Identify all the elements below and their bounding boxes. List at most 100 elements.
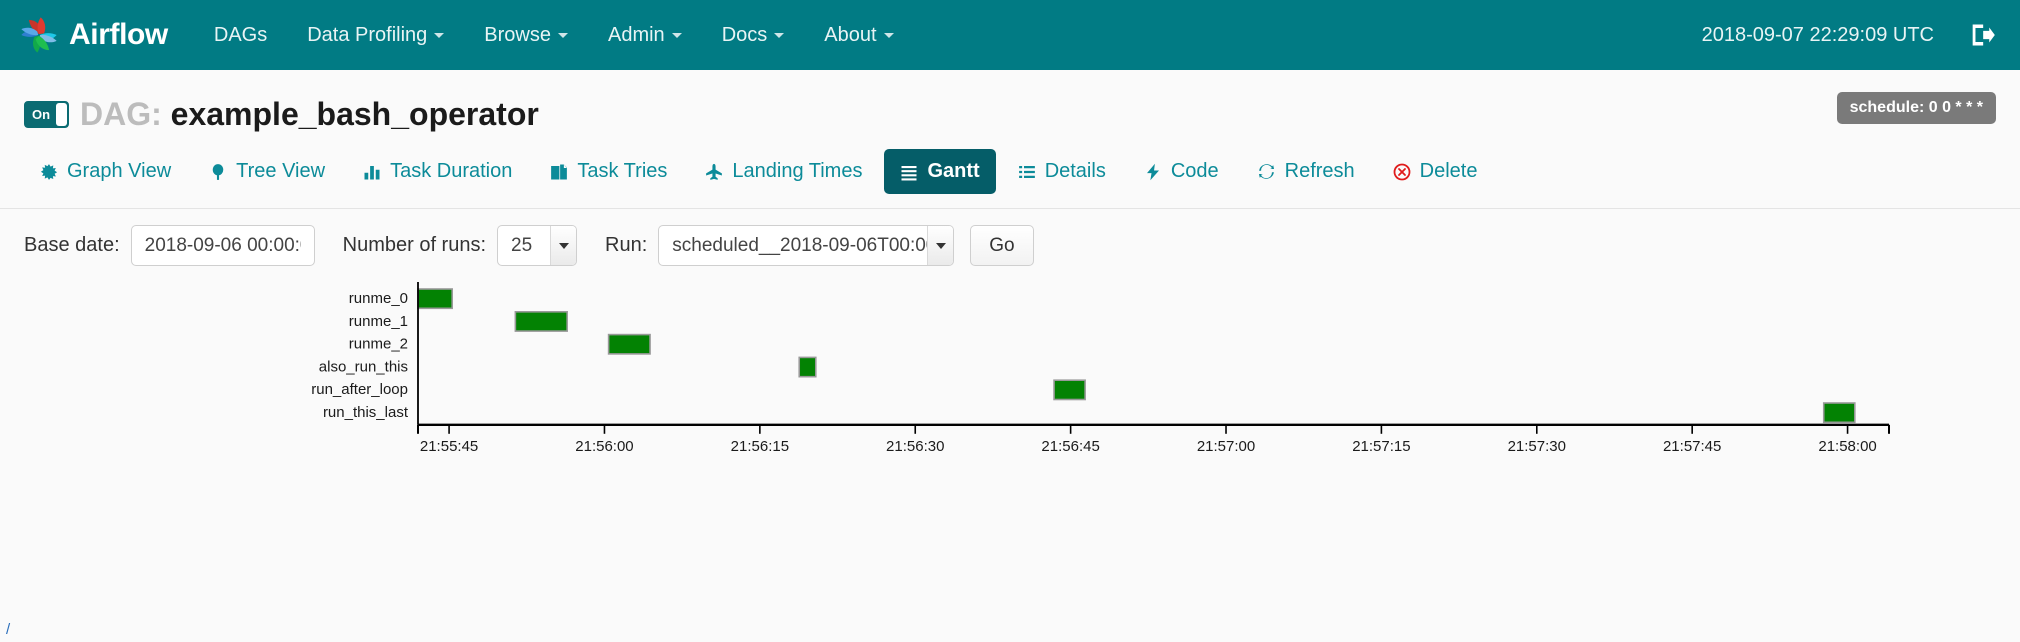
chevron-down-icon — [671, 32, 682, 38]
run-select[interactable]: scheduled__2018-09-06T00:00:00+00:00 — [658, 225, 955, 266]
gantt-row-label: runme_0 — [349, 290, 408, 307]
navbar-menu: DAGs Data Profiling Browse Admin Docs Ab… — [194, 0, 914, 70]
gantt-bar[interactable] — [417, 288, 453, 310]
tab-refresh[interactable]: Refresh — [1241, 149, 1371, 194]
base-date-label: Base date: — [24, 234, 120, 256]
gantt-x-tick-label: 21:55:45 — [420, 438, 478, 455]
remove-circle-icon — [1393, 163, 1411, 181]
gantt-x-tick-label: 21:56:00 — [575, 438, 633, 455]
gantt-x-tick-label: 21:57:00 — [1197, 438, 1255, 455]
dag-toggle-label: On — [32, 107, 51, 122]
tab-task-tries[interactable]: Task Tries — [534, 149, 683, 194]
gantt-x-tick-label: 21:56:45 — [1041, 438, 1099, 455]
gantt-row-label: runme_2 — [349, 336, 408, 353]
chevron-down-icon — [550, 226, 577, 265]
airflow-pinwheel-logo-icon — [21, 17, 57, 53]
chevron-down-icon — [774, 32, 785, 38]
run-label: Run: — [605, 234, 648, 256]
gantt-x-tick-label: 21:56:15 — [731, 438, 789, 455]
align-justify-icon — [900, 163, 918, 181]
dag-pause-toggle[interactable]: On — [24, 101, 69, 128]
nav-item-dags[interactable]: DAGs — [194, 0, 287, 70]
gantt-chart[interactable]: runme_0 runme_1 runme_2 also_run_this run_af… — [24, 280, 1996, 480]
tab-delete[interactable]: Delete — [1377, 149, 1494, 194]
tab-label: Graph View — [67, 160, 172, 182]
copy-files-icon — [550, 163, 568, 181]
tab-label: Code — [1170, 160, 1219, 182]
nav-item-label: Data Profiling — [307, 23, 428, 46]
tab-tree-view[interactable]: Tree View — [193, 149, 341, 194]
lightning-bolt-icon — [1144, 163, 1162, 181]
go-button[interactable]: Go — [970, 225, 1034, 266]
tab-label: Delete — [1419, 160, 1478, 182]
nav-item-label: About — [824, 23, 877, 46]
chevron-down-icon — [927, 226, 954, 265]
chevron-down-icon — [557, 32, 568, 38]
gantt-bar[interactable] — [798, 356, 817, 378]
chevron-down-icon — [883, 32, 894, 38]
tab-label: Refresh — [1284, 160, 1355, 182]
nav-item-data-profiling[interactable]: Data Profiling — [287, 0, 464, 70]
gantt-bar[interactable] — [1053, 379, 1086, 401]
brand-name: Airflow — [69, 18, 168, 51]
plane-icon — [705, 163, 723, 181]
nav-item-label: DAGs — [213, 23, 268, 46]
number-of-runs-select[interactable]: 25 — [497, 225, 578, 266]
footer-root-link[interactable]: / — [6, 621, 10, 638]
tab-code[interactable]: Code — [1128, 149, 1235, 194]
nav-item-label: Admin — [607, 23, 665, 46]
tab-label: Details — [1044, 160, 1106, 182]
gantt-x-tick-label: 21:57:15 — [1352, 438, 1410, 455]
gantt-chart-container: runme_0 runme_1 runme_2 also_run_this run_af… — [0, 280, 2020, 480]
nav-item-label: Browse — [484, 23, 551, 46]
gantt-x-tick-label: 21:57:45 — [1663, 438, 1721, 455]
tree-icon — [209, 163, 227, 181]
run-value: scheduled__2018-09-06T00:00:00+00:00 — [672, 234, 953, 256]
navbar-right: 2018-09-07 22:29:09 UTC — [1702, 21, 1996, 49]
nav-item-docs[interactable]: Docs — [702, 0, 805, 70]
nav-item-label: Docs — [721, 23, 768, 46]
logout-icon[interactable] — [1968, 21, 1996, 49]
tab-graph-view[interactable]: Graph View — [24, 149, 187, 194]
number-of-runs-value: 25 — [511, 234, 533, 256]
tab-label: Gantt — [927, 160, 980, 182]
chevron-down-icon — [434, 32, 445, 38]
dag-header: On DAG: example_bash_operator schedule: … — [0, 70, 2020, 133]
tab-label: Tree View — [236, 160, 326, 182]
schedule-badge: schedule: 0 0 * * * — [1836, 92, 1996, 124]
gantt-row-label: run_after_loop — [311, 381, 408, 398]
top-navbar: Airflow DAGs Data Profiling Browse Admin… — [0, 0, 2020, 70]
nav-item-browse[interactable]: Browse — [464, 0, 588, 70]
dag-title-prefix: DAG: — [80, 96, 162, 132]
gantt-bar[interactable] — [607, 333, 651, 355]
base-date-input[interactable] — [130, 225, 315, 266]
asterisk-icon — [40, 163, 58, 181]
tab-landing-times[interactable]: Landing Times — [689, 149, 878, 194]
gantt-row-label: runme_1 — [349, 313, 408, 330]
nav-item-about[interactable]: About — [804, 0, 913, 70]
tab-label: Task Duration — [390, 160, 513, 182]
tab-gantt[interactable]: Gantt — [884, 149, 996, 194]
nav-item-admin[interactable]: Admin — [588, 0, 702, 70]
tab-task-duration[interactable]: Task Duration — [347, 149, 528, 194]
dag-id: example_bash_operator — [170, 96, 539, 132]
gantt-x-tick-label: 21:58:00 — [1818, 438, 1876, 455]
bar-chart-icon — [363, 163, 381, 181]
tab-details[interactable]: Details — [1002, 149, 1122, 194]
brand-home-link[interactable]: Airflow — [18, 14, 168, 56]
gantt-bar[interactable] — [1822, 402, 1856, 424]
tab-label: Landing Times — [732, 160, 863, 182]
refresh-icon — [1257, 162, 1276, 181]
number-of-runs-label: Number of runs: — [342, 234, 487, 256]
server-timestamp: 2018-09-07 22:29:09 UTC — [1701, 23, 1934, 46]
tab-label: Task Tries — [577, 160, 668, 182]
page-title: DAG: example_bash_operator — [80, 96, 539, 133]
gantt-row-label: run_this_last — [323, 404, 409, 421]
toggle-knob — [56, 103, 67, 126]
dag-view-tabs: Graph View Tree View Task Duration Task … — [0, 133, 2020, 194]
gantt-x-tick-label: 21:56:30 — [886, 438, 944, 455]
gantt-bar[interactable] — [514, 310, 568, 332]
list-icon — [1018, 163, 1036, 181]
gantt-row-label: also_run_this — [319, 358, 408, 375]
gantt-controls: Base date: Number of runs: 25 Run: sched… — [0, 209, 2020, 266]
